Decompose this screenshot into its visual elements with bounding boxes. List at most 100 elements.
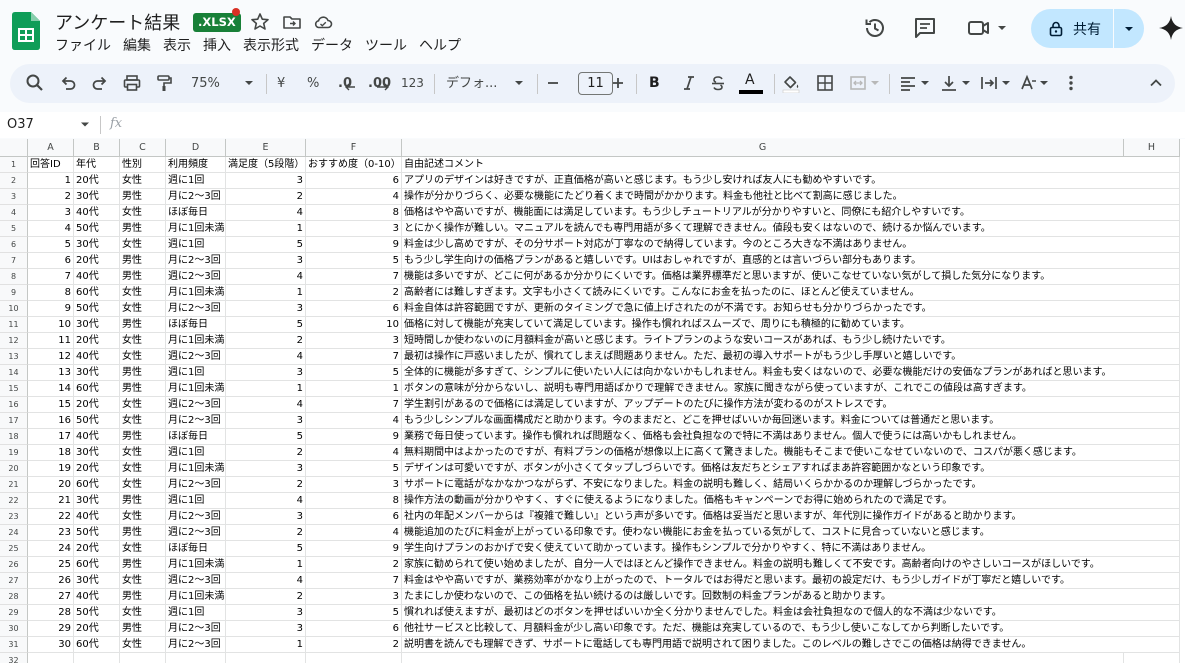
menu-view[interactable]: 表示 [157, 36, 197, 56]
data-cell[interactable]: 60代 [74, 637, 120, 653]
empty-cell[interactable] [1124, 413, 1180, 429]
data-cell[interactable]: 20代 [74, 333, 120, 349]
empty-cell[interactable] [1124, 205, 1180, 221]
data-cell[interactable]: 12 [28, 349, 74, 365]
row-header[interactable]: 28 [0, 589, 28, 605]
data-cell[interactable]: 月に1回未満 [166, 333, 226, 349]
data-cell[interactable]: 16 [28, 413, 74, 429]
data-cell[interactable]: ほぼ毎日 [166, 205, 226, 221]
data-cell[interactable]: 60代 [74, 285, 120, 301]
empty-cell[interactable] [28, 653, 74, 663]
data-cell[interactable]: 23 [28, 525, 74, 541]
data-cell[interactable]: 7 [306, 397, 402, 413]
horizontal-align-dropdown-icon[interactable] [919, 73, 931, 93]
data-cell[interactable]: 14 [28, 381, 74, 397]
row-header[interactable]: 17 [0, 413, 28, 429]
text-rotation-icon[interactable] [1018, 73, 1038, 93]
empty-cell[interactable] [1124, 365, 1180, 381]
data-cell[interactable]: 女性 [120, 541, 166, 557]
text-color-button[interactable]: A [745, 61, 755, 100]
comment-cell[interactable]: 機能追加のたびに料金が上がっている印象です。使わない機能にお金を払っている気がし… [402, 525, 1124, 541]
bold-button[interactable]: B [649, 64, 660, 103]
data-cell[interactable]: 女性 [120, 445, 166, 461]
data-cell[interactable]: 2 [306, 285, 402, 301]
row-header[interactable]: 27 [0, 573, 28, 589]
data-cell[interactable]: 20代 [74, 253, 120, 269]
data-cell[interactable]: 1 [226, 637, 306, 653]
empty-cell[interactable] [1124, 189, 1180, 205]
data-cell[interactable]: 男性 [120, 525, 166, 541]
undo-icon[interactable] [58, 73, 78, 93]
empty-cell[interactable] [1124, 157, 1180, 173]
comment-cell[interactable]: 高齢者には難しすぎます。文字も小さくて読みにくいです。こんなにお金を払ったのに、… [402, 285, 1124, 301]
data-cell[interactable]: 30代 [74, 237, 120, 253]
header-cell[interactable]: 性別 [120, 157, 166, 173]
data-cell[interactable]: 19 [28, 461, 74, 477]
menu-insert[interactable]: 挿入 [197, 36, 237, 56]
row-header[interactable]: 31 [0, 637, 28, 653]
data-cell[interactable]: 男性 [120, 381, 166, 397]
data-cell[interactable]: 月に1回未満 [166, 557, 226, 573]
data-cell[interactable]: 6 [306, 301, 402, 317]
row-header[interactable]: 15 [0, 381, 28, 397]
data-cell[interactable]: 60代 [74, 381, 120, 397]
data-cell[interactable]: 10 [28, 317, 74, 333]
data-cell[interactable]: 40代 [74, 349, 120, 365]
data-cell[interactable]: 3 [306, 333, 402, 349]
empty-cell[interactable] [1124, 589, 1180, 605]
comment-cell[interactable]: 操作方法の動画が分かりやすく、すぐに使えるようになりました。価格もキャンペーンで… [402, 493, 1124, 509]
search-menus-icon[interactable] [25, 73, 45, 93]
data-cell[interactable]: 50代 [74, 221, 120, 237]
horizontal-align-icon[interactable] [898, 73, 918, 93]
data-cell[interactable]: 4 [306, 189, 402, 205]
data-cell[interactable]: 3 [306, 221, 402, 237]
data-cell[interactable]: 3 [226, 605, 306, 621]
data-cell[interactable]: 4 [226, 573, 306, 589]
row-header[interactable]: 14 [0, 365, 28, 381]
data-cell[interactable]: 10 [306, 317, 402, 333]
data-cell[interactable]: 30代 [74, 493, 120, 509]
comment-cell[interactable]: 料金は少し高めですが、その分サポート対応が丁寧なので納得しています。今のところ大… [402, 237, 1124, 253]
data-cell[interactable]: 週に1回 [166, 237, 226, 253]
data-cell[interactable]: 男性 [120, 493, 166, 509]
data-cell[interactable]: 男性 [120, 189, 166, 205]
data-cell[interactable]: 9 [28, 301, 74, 317]
data-cell[interactable]: 40代 [74, 269, 120, 285]
row-header[interactable]: 29 [0, 605, 28, 621]
row-header[interactable]: 3 [0, 189, 28, 205]
data-cell[interactable]: 8 [306, 205, 402, 221]
empty-cell[interactable] [1124, 333, 1180, 349]
data-cell[interactable]: 50代 [74, 605, 120, 621]
data-cell[interactable]: 22 [28, 509, 74, 525]
data-cell[interactable]: 2 [226, 445, 306, 461]
data-cell[interactable]: 月に2〜3回 [166, 253, 226, 269]
empty-cell[interactable] [1124, 605, 1180, 621]
header-cell[interactable]: 満足度（5段階） [226, 157, 306, 173]
data-cell[interactable]: 30 [28, 637, 74, 653]
empty-cell[interactable] [1124, 461, 1180, 477]
comment-cell[interactable]: 学生割引があるので価格には満足していますが、アップデートのたびに操作方法が変わる… [402, 397, 1124, 413]
data-cell[interactable]: 女性 [120, 333, 166, 349]
data-cell[interactable]: 2 [226, 525, 306, 541]
row-header[interactable]: 19 [0, 445, 28, 461]
data-cell[interactable]: 40代 [74, 205, 120, 221]
column-header-f[interactable]: F [306, 139, 402, 157]
data-cell[interactable]: 20代 [74, 621, 120, 637]
header-cell[interactable]: 年代 [74, 157, 120, 173]
row-header[interactable]: 9 [0, 285, 28, 301]
data-cell[interactable]: 27 [28, 589, 74, 605]
collapse-toolbar-icon[interactable] [1146, 73, 1166, 93]
comments-icon[interactable] [912, 15, 938, 41]
empty-cell[interactable] [1124, 253, 1180, 269]
menu-format[interactable]: 表示形式 [237, 36, 305, 56]
row-header[interactable]: 12 [0, 333, 28, 349]
data-cell[interactable]: 月に2〜3回 [166, 413, 226, 429]
print-icon[interactable] [122, 73, 142, 93]
row-header[interactable]: 11 [0, 317, 28, 333]
row-header[interactable]: 30 [0, 621, 28, 637]
move-folder-icon[interactable] [282, 12, 302, 32]
empty-cell[interactable] [1124, 621, 1180, 637]
name-box[interactable]: O37 [7, 117, 34, 132]
data-cell[interactable]: 1 [226, 557, 306, 573]
comment-cell[interactable]: もう少しシンプルな画面構成だと助かります。今のままだと、どこを押せばいいか毎回迷… [402, 413, 1124, 429]
